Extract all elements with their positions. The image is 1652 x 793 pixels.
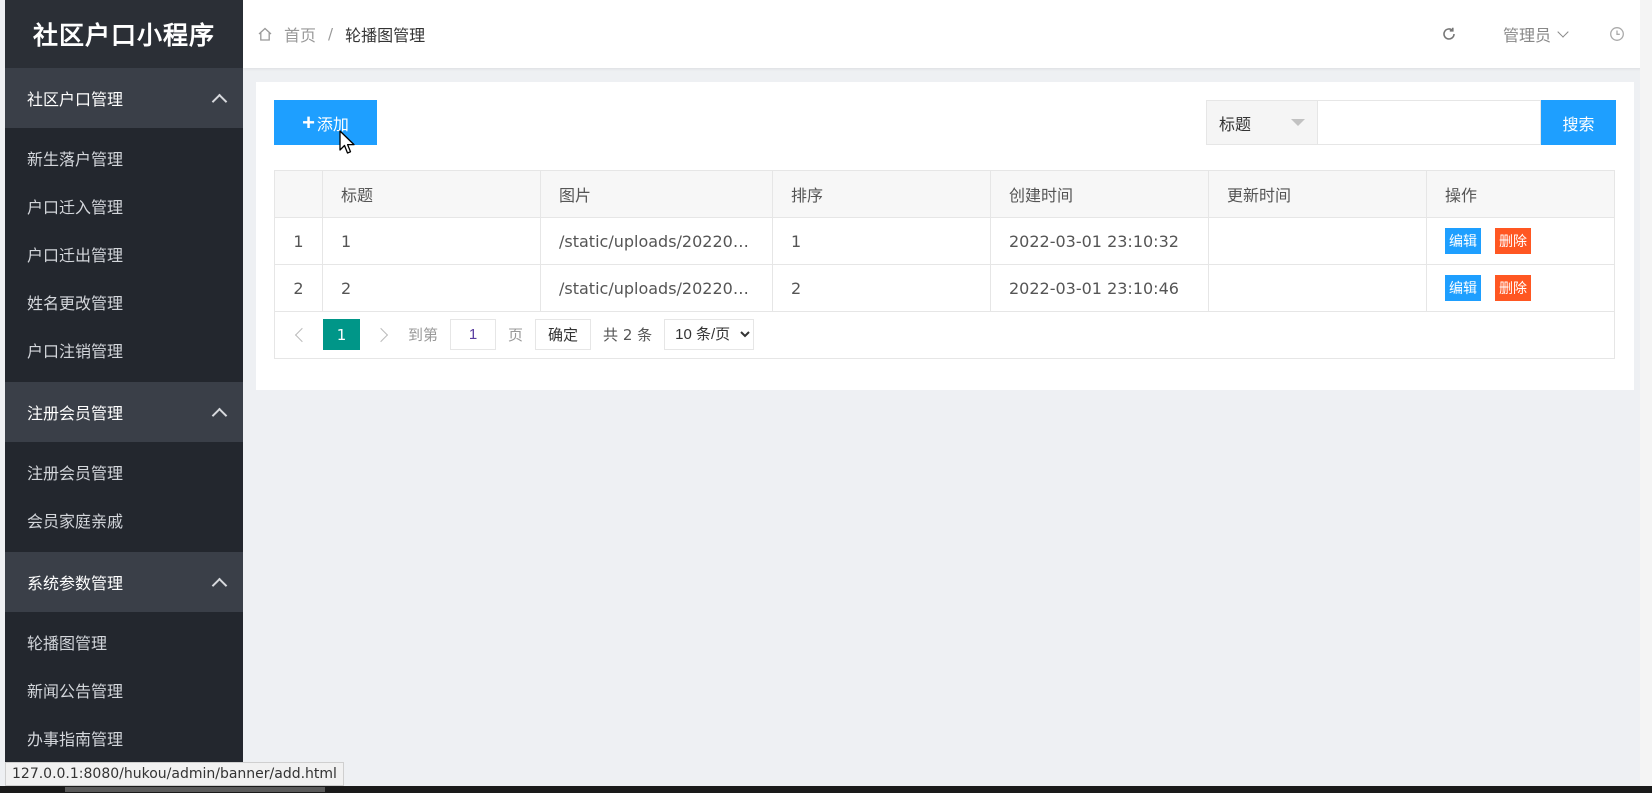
column-header-index — [274, 170, 323, 218]
delete-button[interactable]: 删除 — [1495, 228, 1531, 254]
app-logo-title: 社区户口小程序 — [5, 0, 243, 68]
content-panel: + 添加 标题 搜索 标题 图片 排序 创建时间 更新时间 操作 1 1 /st… — [256, 82, 1634, 390]
plus-icon: + — [302, 109, 315, 135]
scrollbar-thumb[interactable] — [65, 787, 325, 792]
chevron-down-icon — [1557, 25, 1569, 38]
delete-button[interactable]: 删除 — [1495, 275, 1531, 301]
column-header-title: 标题 — [322, 170, 541, 218]
goto-confirm-button[interactable]: 确定 — [535, 319, 592, 350]
horizontal-scrollbar[interactable] — [0, 786, 1652, 793]
sidebar-item-name-change[interactable]: 姓名更改管理 — [5, 278, 243, 326]
home-icon[interactable] — [256, 25, 274, 43]
search-input[interactable] — [1318, 100, 1541, 145]
app-frame: 社区户口小程序 社区户口管理 新生落户管理 户口迁入管理 户口迁出管理 姓名更改… — [0, 0, 1652, 793]
row-index: 1 — [274, 217, 323, 265]
sidebar-group-label: 注册会员管理 — [27, 404, 124, 423]
topbar-right: 管理员 — [1439, 0, 1652, 68]
cell-updated — [1208, 217, 1427, 265]
table-row: 1 1 /static/uploads/202203... 1 2022-03-… — [274, 217, 1615, 265]
sidebar-item-banner[interactable]: 轮播图管理 — [5, 618, 243, 666]
topbar: 首页 / 轮播图管理 管理员 — [243, 0, 1652, 68]
add-button-label: 添加 — [316, 116, 349, 134]
user-name: 管理员 — [1502, 26, 1551, 45]
cell-created: 2022-03-01 23:10:32 — [990, 217, 1209, 265]
search-button[interactable]: 搜索 — [1541, 100, 1616, 145]
cell-title: 1 — [322, 217, 541, 265]
table-row: 2 2 /static/uploads/202203... 2 2022-03-… — [274, 264, 1615, 312]
refresh-icon[interactable] — [1439, 24, 1459, 44]
chevron-up-icon — [211, 93, 228, 109]
user-menu[interactable]: 管理员 — [1502, 22, 1569, 46]
cell-updated — [1208, 264, 1427, 312]
sidebar-item-family[interactable]: 会员家庭亲戚 — [5, 496, 243, 544]
edit-button[interactable]: 编辑 — [1445, 275, 1481, 301]
sidebar-group-members[interactable]: 注册会员管理 — [5, 382, 243, 442]
cell-sort: 2 — [772, 264, 991, 312]
total-count: 共 2 条 — [603, 326, 653, 344]
status-url: 127.0.0.1:8080/hukou/admin/banner/add.ht… — [5, 762, 344, 786]
row-index: 2 — [274, 264, 323, 312]
page-unit-label: 页 — [508, 326, 524, 344]
column-header-created: 创建时间 — [990, 170, 1209, 218]
edit-button[interactable]: 编辑 — [1445, 228, 1481, 254]
sidebar-group-items: 新生落户管理 户口迁入管理 户口迁出管理 姓名更改管理 户口注销管理 — [5, 128, 243, 382]
sidebar-group-items: 注册会员管理 会员家庭亲戚 — [5, 442, 243, 552]
goto-page-input[interactable] — [450, 319, 497, 350]
cell-image: /static/uploads/202203... — [540, 217, 773, 265]
column-header-sort: 排序 — [772, 170, 991, 218]
sidebar-item-move-out[interactable]: 户口迁出管理 — [5, 230, 243, 278]
banner-table: 标题 图片 排序 创建时间 更新时间 操作 1 1 /static/upload… — [274, 170, 1615, 312]
sidebar-item-cancel[interactable]: 户口注销管理 — [5, 326, 243, 374]
cell-actions: 编辑 删除 — [1426, 264, 1615, 312]
page-current[interactable]: 1 — [323, 319, 360, 350]
cell-created: 2022-03-01 23:10:46 — [990, 264, 1209, 312]
page-size-select[interactable]: 10 条/页 — [664, 319, 755, 350]
cell-image-path: /static/uploads/202203... — [559, 231, 754, 251]
column-header-actions: 操作 — [1426, 170, 1615, 218]
cell-title: 2 — [322, 264, 541, 312]
goto-label: 到第 — [408, 326, 439, 344]
sidebar-group-hukou[interactable]: 社区户口管理 — [5, 68, 243, 128]
table-header-row: 标题 图片 排序 创建时间 更新时间 操作 — [274, 170, 1615, 218]
sidebar: 社区户口小程序 社区户口管理 新生落户管理 户口迁入管理 户口迁出管理 姓名更改… — [5, 0, 243, 793]
cell-image-path: /static/uploads/202203... — [559, 278, 754, 298]
search-field-value: 标题 — [1219, 114, 1252, 134]
column-header-updated: 更新时间 — [1208, 170, 1427, 218]
window-edge — [1640, 0, 1652, 793]
caret-down-icon — [1291, 119, 1305, 126]
sidebar-group-system[interactable]: 系统参数管理 — [5, 552, 243, 612]
chevron-up-icon — [211, 577, 228, 593]
search-field-select[interactable]: 标题 — [1206, 100, 1318, 145]
sidebar-group-items: 轮播图管理 新闻公告管理 办事指南管理 — [5, 612, 243, 770]
sidebar-item-newborn[interactable]: 新生落户管理 — [5, 134, 243, 182]
sidebar-item-move-in[interactable]: 户口迁入管理 — [5, 182, 243, 230]
chevron-up-icon — [211, 407, 228, 423]
sidebar-item-news[interactable]: 新闻公告管理 — [5, 666, 243, 714]
breadcrumb-separator: / — [328, 25, 334, 43]
breadcrumb-home[interactable]: 首页 — [284, 22, 316, 46]
add-button[interactable]: + 添加 — [274, 100, 377, 145]
prev-page-icon[interactable] — [289, 324, 311, 346]
sidebar-group-label: 系统参数管理 — [27, 574, 124, 593]
sidebar-item-members[interactable]: 注册会员管理 — [5, 448, 243, 496]
column-header-image: 图片 — [540, 170, 773, 218]
pagination: 1 到第 页 确定 共 2 条 10 条/页 — [274, 311, 1615, 359]
next-page-icon[interactable] — [372, 324, 394, 346]
sidebar-item-guide[interactable]: 办事指南管理 — [5, 714, 243, 762]
cell-image: /static/uploads/202203... — [540, 264, 773, 312]
search-bar: 标题 搜索 — [1206, 100, 1616, 145]
breadcrumb-current: 轮播图管理 — [345, 26, 426, 45]
cell-sort: 1 — [772, 217, 991, 265]
sidebar-group-label: 社区户口管理 — [27, 90, 124, 109]
cell-actions: 编辑 删除 — [1426, 217, 1615, 265]
clock-icon[interactable] — [1607, 24, 1627, 44]
